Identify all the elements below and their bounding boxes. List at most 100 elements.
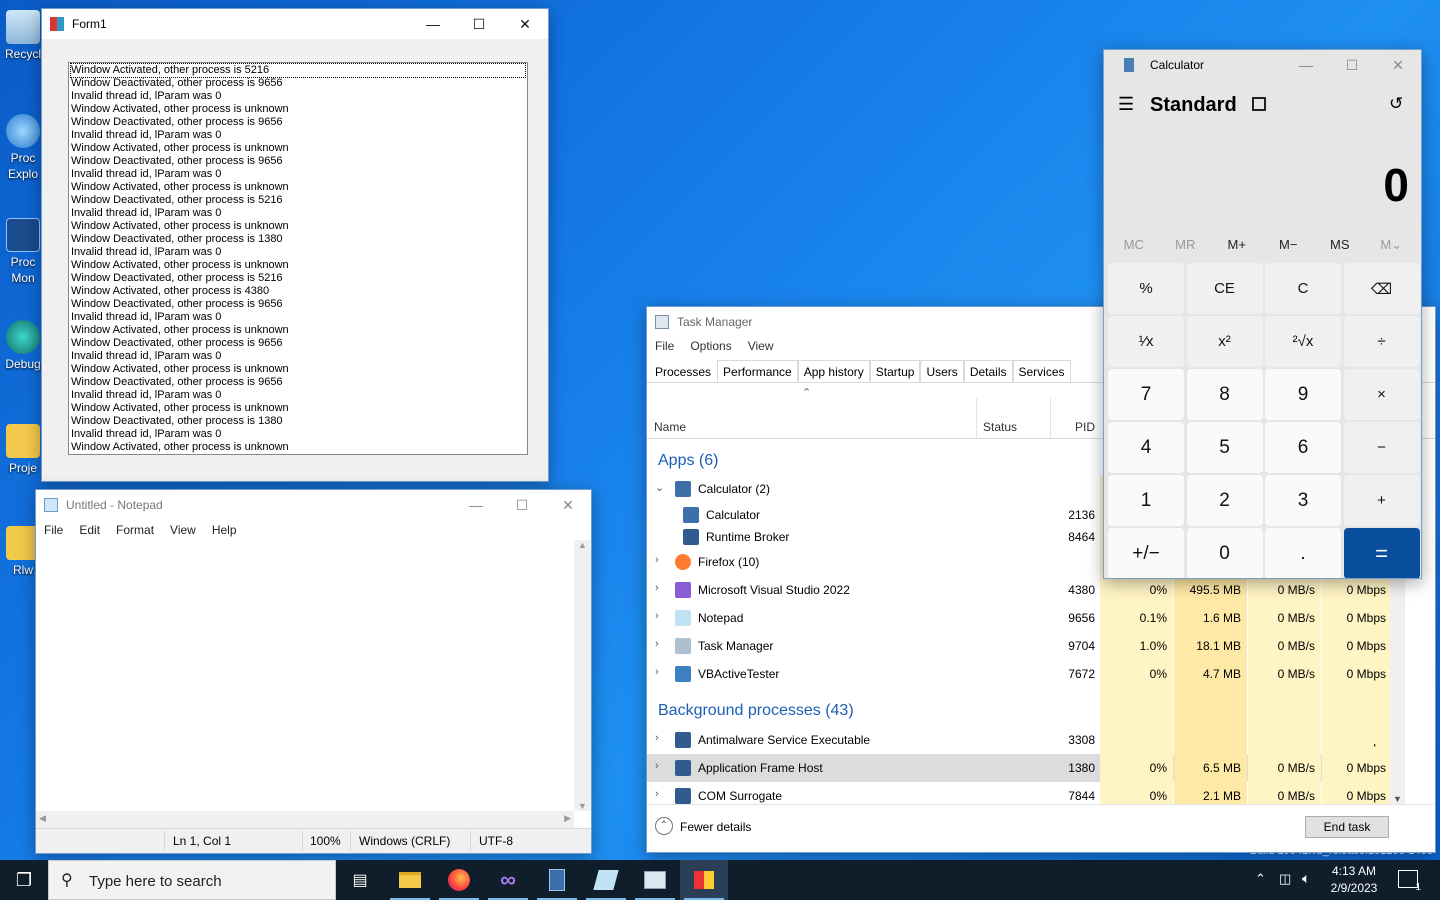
notification-center-icon[interactable]: 1 — [1398, 870, 1421, 893]
log-line[interactable]: Window Deactivated, other process is 521… — [71, 194, 525, 207]
process-row[interactable]: › VBActiveTester 7672 0% 4.7 MB 0 MB/s 0 Mbps — [647, 660, 1392, 688]
log-line[interactable]: Window Deactivated, other process is 965… — [71, 337, 525, 350]
subtract-button[interactable]: − — [1343, 422, 1420, 473]
digit-8-button[interactable]: 8 — [1186, 369, 1263, 420]
volume-icon[interactable]: 🔈︎ — [1302, 870, 1310, 887]
reciprocal-button[interactable]: ¹⁄x — [1108, 316, 1184, 367]
log-line[interactable]: Window Deactivated, other process is 521… — [71, 272, 525, 285]
clear-entry-button[interactable]: CE — [1186, 263, 1263, 314]
notepad-titlebar[interactable]: Untitled - Notepad — ☐ ✕ — [36, 490, 591, 520]
hamburger-menu-icon[interactable]: ☰ — [1118, 94, 1134, 115]
log-line[interactable]: Window Deactivated, other process is 965… — [71, 298, 525, 311]
tab-users[interactable]: Users — [920, 360, 964, 382]
fewer-details-link[interactable]: Fewer details — [680, 820, 751, 834]
chevron-up-icon[interactable]: ⌃ — [655, 817, 673, 835]
minimize-button[interactable]: — — [410, 9, 456, 39]
network-icon[interactable]: ◫ — [1279, 871, 1291, 887]
firefox-button[interactable] — [435, 860, 483, 900]
log-line[interactable]: Window Activated, other process is unkno… — [71, 181, 525, 194]
percent-button[interactable]: % — [1108, 263, 1184, 314]
maximize-button[interactable]: ☐ — [499, 490, 545, 520]
memory-clear-button[interactable]: MC — [1108, 237, 1160, 253]
scroll-down-icon[interactable]: ▼ — [574, 801, 591, 811]
memory-subtract-button[interactable]: M− — [1263, 237, 1315, 253]
scroll-up-icon[interactable]: ▲ — [574, 540, 591, 550]
log-line[interactable]: Window Activated, other process is unkno… — [71, 441, 525, 454]
add-button[interactable]: + — [1343, 475, 1420, 526]
digit-0-button[interactable]: 0 — [1186, 528, 1263, 578]
tab-startup[interactable]: Startup — [869, 360, 921, 382]
memory-list-button[interactable]: M⌄ — [1366, 237, 1418, 253]
horizontal-scrollbar[interactable]: ◀ ▶ — [36, 811, 574, 828]
clear-button[interactable]: C — [1265, 263, 1341, 314]
column-name[interactable]: Name — [654, 420, 686, 434]
log-line[interactable]: Window Deactivated, other process is 965… — [71, 155, 525, 168]
close-button[interactable]: ✕ — [502, 9, 548, 39]
visual-studio-button[interactable]: ∞ — [484, 860, 532, 900]
tab-services[interactable]: Services — [1012, 360, 1071, 382]
column-pid[interactable]: PID — [1075, 420, 1095, 434]
log-line[interactable]: Invalid thread id, lParam was 0 — [71, 246, 525, 259]
chevron-up-icon[interactable]: ⌃ — [1255, 871, 1266, 887]
log-line[interactable]: Invalid thread id, lParam was 0 — [71, 207, 525, 220]
form1-taskbar-button[interactable] — [680, 860, 728, 900]
log-line[interactable]: Window Activated, other process is unkno… — [71, 402, 525, 415]
history-icon[interactable]: ↺ — [1389, 94, 1403, 114]
log-line[interactable]: Window Activated, other process is unkno… — [71, 363, 525, 376]
chevron-right-icon[interactable]: › — [655, 554, 659, 566]
process-row[interactable]: › Microsoft Visual Studio 2022 4380 0% 495.5… — [647, 576, 1392, 604]
desktop-icon-projects[interactable]: Proje — [0, 424, 46, 476]
log-line[interactable]: Invalid thread id, lParam was 0 — [71, 168, 525, 181]
scroll-left-icon[interactable]: ◀ — [39, 813, 46, 824]
digit-2-button[interactable]: 2 — [1186, 475, 1263, 526]
log-line[interactable]: Window Activated, other process is 5216 — [70, 63, 526, 78]
calculator-taskbar-button[interactable] — [533, 860, 581, 900]
tab-details[interactable]: Details — [963, 360, 1013, 382]
log-line[interactable]: Invalid thread id, lParam was 0 — [71, 129, 525, 142]
log-line[interactable]: Window Activated, other process is unkno… — [71, 259, 525, 272]
divide-button[interactable]: ÷ — [1343, 316, 1420, 367]
menu-options[interactable]: Options — [682, 337, 739, 357]
chevron-right-icon[interactable]: › — [655, 788, 659, 800]
tab-performance[interactable]: Performance — [717, 360, 798, 382]
end-task-button[interactable]: End task — [1305, 816, 1389, 838]
memory-recall-button[interactable]: MR — [1160, 237, 1212, 253]
menu-help[interactable]: Help — [204, 520, 245, 540]
desktop-icon-process-monitor[interactable]: Proc Mon — [0, 218, 46, 286]
square-button[interactable]: x² — [1186, 316, 1263, 367]
scroll-right-icon[interactable]: ▶ — [564, 813, 571, 824]
process-row[interactable]: › Notepad 9656 0.1% 1.6 MB 0 MB/s 0 Mbps — [647, 604, 1392, 632]
clock[interactable]: 4:13 AM 2/9/2023 — [1326, 863, 1382, 897]
log-line[interactable]: Window Deactivated, other process is 965… — [71, 116, 525, 129]
digit-5-button[interactable]: 5 — [1186, 422, 1263, 473]
tab-app-history[interactable]: App history — [797, 360, 870, 382]
calculator-titlebar[interactable]: Calculator — ☐ ✕ — [1104, 50, 1421, 80]
log-line[interactable]: Invalid thread id, lParam was 0 — [71, 350, 525, 363]
menu-view[interactable]: View — [162, 520, 204, 540]
column-status[interactable]: Status — [983, 420, 1017, 434]
log-line[interactable]: Invalid thread id, lParam was 0 — [71, 428, 525, 441]
process-row[interactable]: › Application Frame Host 1380 0% 6.5 MB 0 MB/… — [647, 754, 1392, 782]
log-line[interactable]: Window Deactivated, other process is 965… — [71, 376, 525, 389]
multiply-button[interactable]: × — [1343, 369, 1420, 420]
chevron-right-icon[interactable]: › — [655, 582, 659, 594]
menu-file[interactable]: File — [36, 520, 71, 540]
text-editor-area[interactable] — [36, 540, 574, 811]
task-manager-taskbar-button[interactable] — [631, 860, 679, 900]
close-button[interactable]: ✕ — [1375, 50, 1421, 80]
menu-edit[interactable]: Edit — [71, 520, 108, 540]
close-button[interactable]: ✕ — [545, 490, 591, 520]
log-line[interactable]: Window Activated, other process is unkno… — [71, 103, 525, 116]
tab-processes[interactable]: Processes — [649, 360, 718, 382]
memory-add-button[interactable]: M+ — [1211, 237, 1263, 253]
start-button[interactable]: ❐ — [0, 860, 48, 900]
notepad-taskbar-button[interactable] — [582, 860, 630, 900]
equals-button[interactable]: = — [1343, 528, 1420, 578]
chevron-right-icon[interactable]: › — [655, 666, 659, 678]
log-line[interactable]: Window Activated, other process is unkno… — [71, 142, 525, 155]
chevron-right-icon[interactable]: › — [655, 638, 659, 650]
file-explorer-button[interactable] — [386, 860, 434, 900]
menu-view[interactable]: View — [740, 337, 782, 357]
desktop-icon-process-explorer[interactable]: Proc Explo — [0, 114, 46, 182]
digit-1-button[interactable]: 1 — [1108, 475, 1184, 526]
